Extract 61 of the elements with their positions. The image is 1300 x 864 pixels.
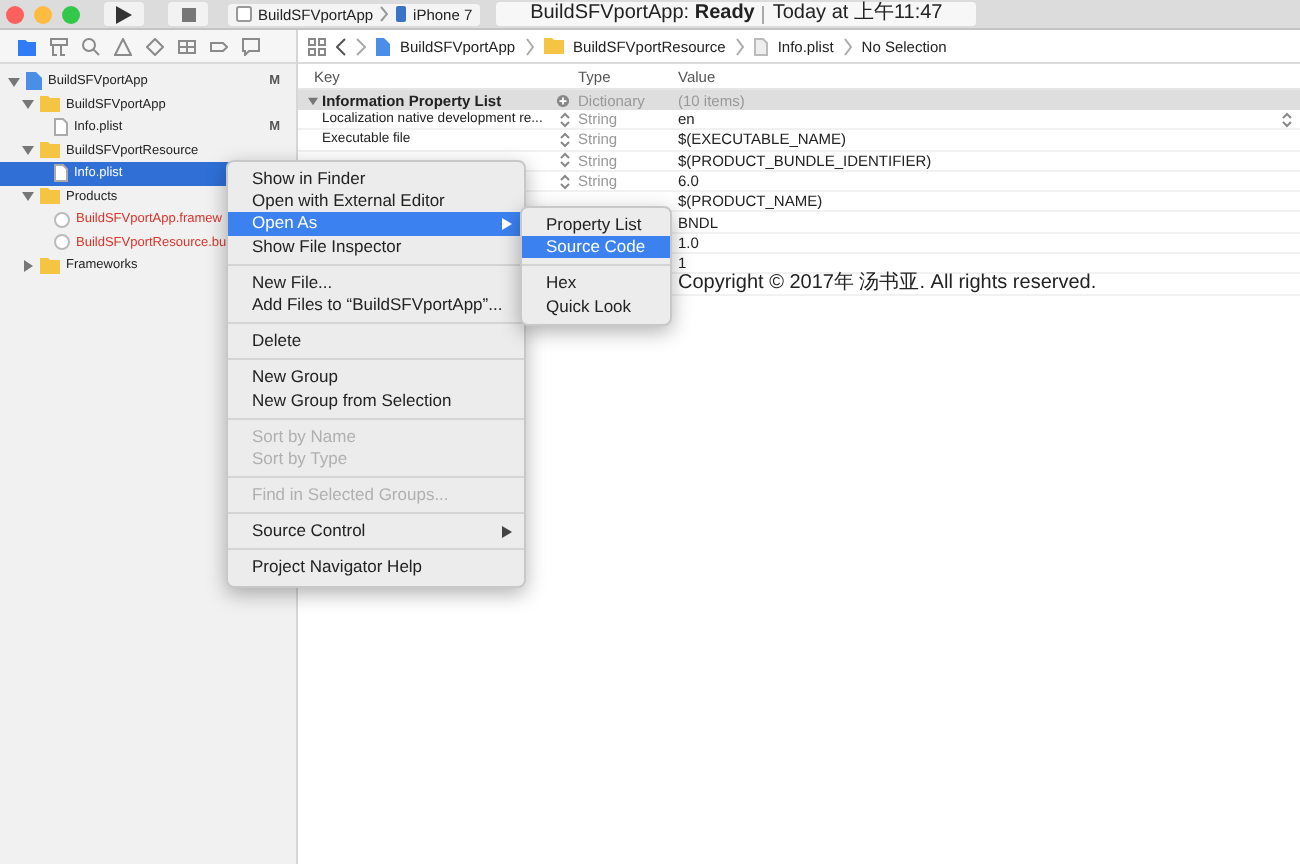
submenu-arrow-icon bbox=[502, 217, 512, 230]
play-icon bbox=[116, 5, 132, 23]
menu-item[interactable]: Quick Look bbox=[522, 295, 670, 318]
close-button[interactable] bbox=[6, 5, 24, 23]
chevron-icon bbox=[525, 37, 534, 55]
folder-tab-icon[interactable] bbox=[16, 36, 36, 56]
menu-item[interactable]: Project Navigator Help bbox=[228, 556, 524, 580]
file-icon bbox=[753, 37, 768, 55]
folder-icon bbox=[40, 257, 60, 274]
bubble-tab-icon[interactable] bbox=[240, 36, 260, 56]
stepper-icon[interactable] bbox=[560, 111, 570, 128]
menu-item[interactable]: New Group bbox=[228, 366, 524, 389]
status-time: Today at 上午11:47 bbox=[772, 2, 943, 26]
folder-icon bbox=[40, 96, 60, 113]
stepper-icon[interactable] bbox=[560, 173, 570, 190]
menu-item[interactable]: Add Files to “BuildSFVportApp”... bbox=[228, 293, 524, 317]
phone-icon bbox=[393, 6, 408, 22]
stepper-icon[interactable] bbox=[1282, 111, 1292, 128]
menu-item[interactable]: Source Code bbox=[522, 236, 670, 259]
grid-tab-icon[interactable] bbox=[176, 36, 196, 56]
menu-item[interactable]: Source Control bbox=[228, 520, 524, 543]
menu-item[interactable]: Hex bbox=[522, 272, 670, 296]
menu-item[interactable]: Property List bbox=[522, 214, 670, 237]
menu-item[interactable]: Open As bbox=[228, 212, 524, 236]
app-icon bbox=[236, 6, 252, 22]
disclosure-icon[interactable] bbox=[7, 75, 19, 88]
back-icon[interactable] bbox=[336, 37, 346, 55]
stepper-icon[interactable] bbox=[560, 131, 570, 148]
disclosure-icon[interactable] bbox=[21, 144, 33, 157]
project-icon bbox=[376, 37, 390, 55]
menu-item[interactable]: New Group from Selection bbox=[228, 389, 524, 412]
menu-item[interactable]: New File... bbox=[228, 271, 524, 294]
diamond-tab-icon[interactable] bbox=[144, 36, 164, 56]
menu-item[interactable]: Show File Inspector bbox=[228, 235, 524, 258]
disclosure-icon[interactable] bbox=[21, 190, 33, 203]
related-items-icon[interactable] bbox=[308, 37, 326, 55]
stepper-icon[interactable] bbox=[560, 152, 570, 169]
value-cell: Copyright © 2017年 汤书亚. All rights reserved. bbox=[678, 272, 1097, 295]
disclosure-icon[interactable] bbox=[308, 95, 318, 105]
file-icon bbox=[54, 118, 68, 137]
project-icon bbox=[26, 72, 42, 91]
run-button[interactable] bbox=[104, 2, 144, 26]
stop-icon bbox=[181, 7, 195, 21]
folder-icon bbox=[543, 38, 564, 54]
warning-tab-icon[interactable] bbox=[112, 36, 132, 56]
file-icon bbox=[54, 164, 68, 183]
stop-button[interactable] bbox=[168, 2, 208, 26]
chevron-icon bbox=[735, 37, 744, 55]
disclosure-icon[interactable] bbox=[21, 259, 33, 272]
hierarchy-tab-icon[interactable] bbox=[48, 36, 68, 56]
add-icon[interactable] bbox=[556, 93, 570, 107]
chevron-icon bbox=[379, 6, 388, 22]
menu-item[interactable]: Delete bbox=[228, 330, 524, 353]
status-text: BuildSFVportApp: Ready bbox=[530, 2, 755, 26]
chevron-icon bbox=[843, 37, 852, 55]
menu-item[interactable]: Open with External Editor bbox=[228, 190, 524, 213]
tag-tab-icon[interactable] bbox=[208, 36, 228, 56]
disclosure-icon[interactable] bbox=[21, 98, 33, 111]
submenu-arrow-icon bbox=[502, 525, 512, 538]
search-tab-icon[interactable] bbox=[80, 36, 100, 56]
forward-icon[interactable] bbox=[356, 37, 366, 55]
